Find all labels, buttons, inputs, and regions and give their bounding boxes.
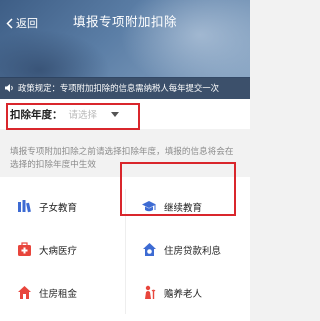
policy-notice-text: 政策规定：专项附加扣除的信息需纳税人每年提交一次 xyxy=(18,83,219,93)
header: 返回 填报专项附加扣除 xyxy=(0,0,250,78)
elderly-care-icon xyxy=(141,285,157,301)
deduction-category-grid: 子女教育 继续教育 大病医疗 住房贷款利息 住房租金 赡养老人 xyxy=(0,162,250,321)
continuing-education-highlight-box xyxy=(120,162,236,216)
children-education-icon xyxy=(16,199,32,215)
category-serious-illness-medical[interactable]: 大病医疗 xyxy=(0,228,125,271)
header-background-shadow xyxy=(0,30,110,78)
category-label: 赡养老人 xyxy=(164,288,203,300)
medical-kit-icon xyxy=(16,242,32,258)
page-title: 填报专项附加扣除 xyxy=(72,14,177,29)
category-label: 大病医疗 xyxy=(39,245,78,257)
speaker-icon xyxy=(4,83,15,93)
policy-notice-bar: 政策规定：专项附加扣除的信息需纳税人每年提交一次 xyxy=(0,77,250,99)
category-children-education[interactable]: 子女教育 xyxy=(0,185,125,228)
category-elderly-support[interactable]: 赡养老人 xyxy=(125,271,250,314)
year-highlight-box xyxy=(6,103,140,130)
category-label: 住房租金 xyxy=(39,288,78,300)
category-housing-loan-interest[interactable]: 住房贷款利息 xyxy=(125,228,250,271)
category-label: 子女教育 xyxy=(39,202,78,214)
category-label: 住房贷款利息 xyxy=(164,245,222,257)
house-loan-icon xyxy=(141,242,157,258)
category-housing-rent[interactable]: 住房租金 xyxy=(0,271,125,314)
house-rent-icon xyxy=(16,285,32,301)
